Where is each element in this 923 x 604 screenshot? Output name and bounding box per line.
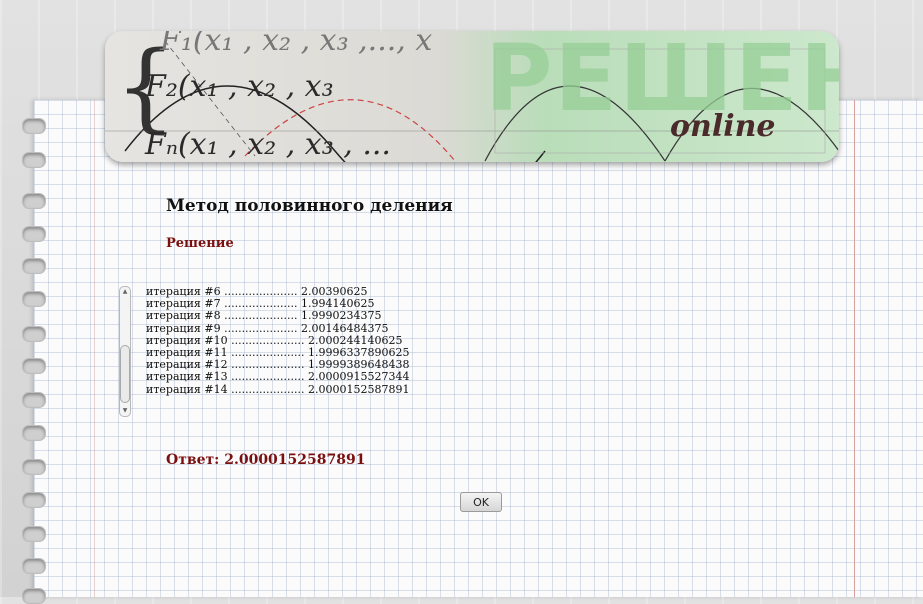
binder-hole xyxy=(22,326,46,342)
iterations-scrollbar[interactable]: ▲ ▼ xyxy=(119,286,131,417)
binder-hole xyxy=(22,118,46,134)
binder-hole xyxy=(22,558,46,574)
iteration-item: итерация #13 ..................... 2.000… xyxy=(146,370,410,384)
iteration-item: итерация #9 ..................... 2.0014… xyxy=(146,321,389,335)
binder-hole xyxy=(22,459,46,475)
answer-text: Ответ: 2.0000152587891 xyxy=(166,452,366,468)
banner-formula-1: F₁(x₁ , x₂ , x₃ ,..., x xyxy=(160,31,433,58)
binder-hole xyxy=(22,425,46,441)
binder-hole xyxy=(22,193,46,209)
iteration-item: итерация #14 ..................... 2.000… xyxy=(146,382,410,396)
ok-button[interactable]: OK xyxy=(460,492,502,512)
paper-right-margin xyxy=(854,100,855,597)
binder-hole xyxy=(22,588,46,604)
binder-hole xyxy=(22,358,46,374)
binder-hole xyxy=(22,226,46,242)
binder-hole xyxy=(22,152,46,168)
binder-hole xyxy=(22,291,46,307)
binder-hole xyxy=(22,258,46,274)
binder-hole xyxy=(22,526,46,542)
solution-heading: Решение xyxy=(166,236,234,251)
banner-formula-3: Fₙ(x₁ , x₂ , x₃ , ... xyxy=(145,127,391,162)
banner-formula-2: F₂(x₁ , x₂ , x₃ xyxy=(145,69,334,104)
site-logo-online: online xyxy=(670,109,776,144)
iteration-item: итерация #8 ..................... 1.9990… xyxy=(146,309,382,323)
iterations-scroll-box[interactable]: ▲ ▼ итерация #6 ..................... 2.… xyxy=(119,285,439,417)
binder-hole xyxy=(22,492,46,508)
paper-left-margin xyxy=(94,100,95,597)
scroll-up-arrow-icon[interactable]: ▲ xyxy=(120,287,130,297)
site-logo-word: РЕШЕНИЕ xyxy=(485,31,839,132)
scroll-down-arrow-icon[interactable]: ▼ xyxy=(120,406,130,416)
scroll-thumb[interactable] xyxy=(120,345,130,403)
iterations-list: итерация #6 ..................... 2.0039… xyxy=(146,285,410,396)
site-banner[interactable]: { F₁(x₁ , x₂ , x₃ ,..., x F₂(x₁ , x₂ , x… xyxy=(105,31,839,162)
binder-hole xyxy=(22,392,46,408)
page-title: Метод половинного деления xyxy=(166,196,453,216)
